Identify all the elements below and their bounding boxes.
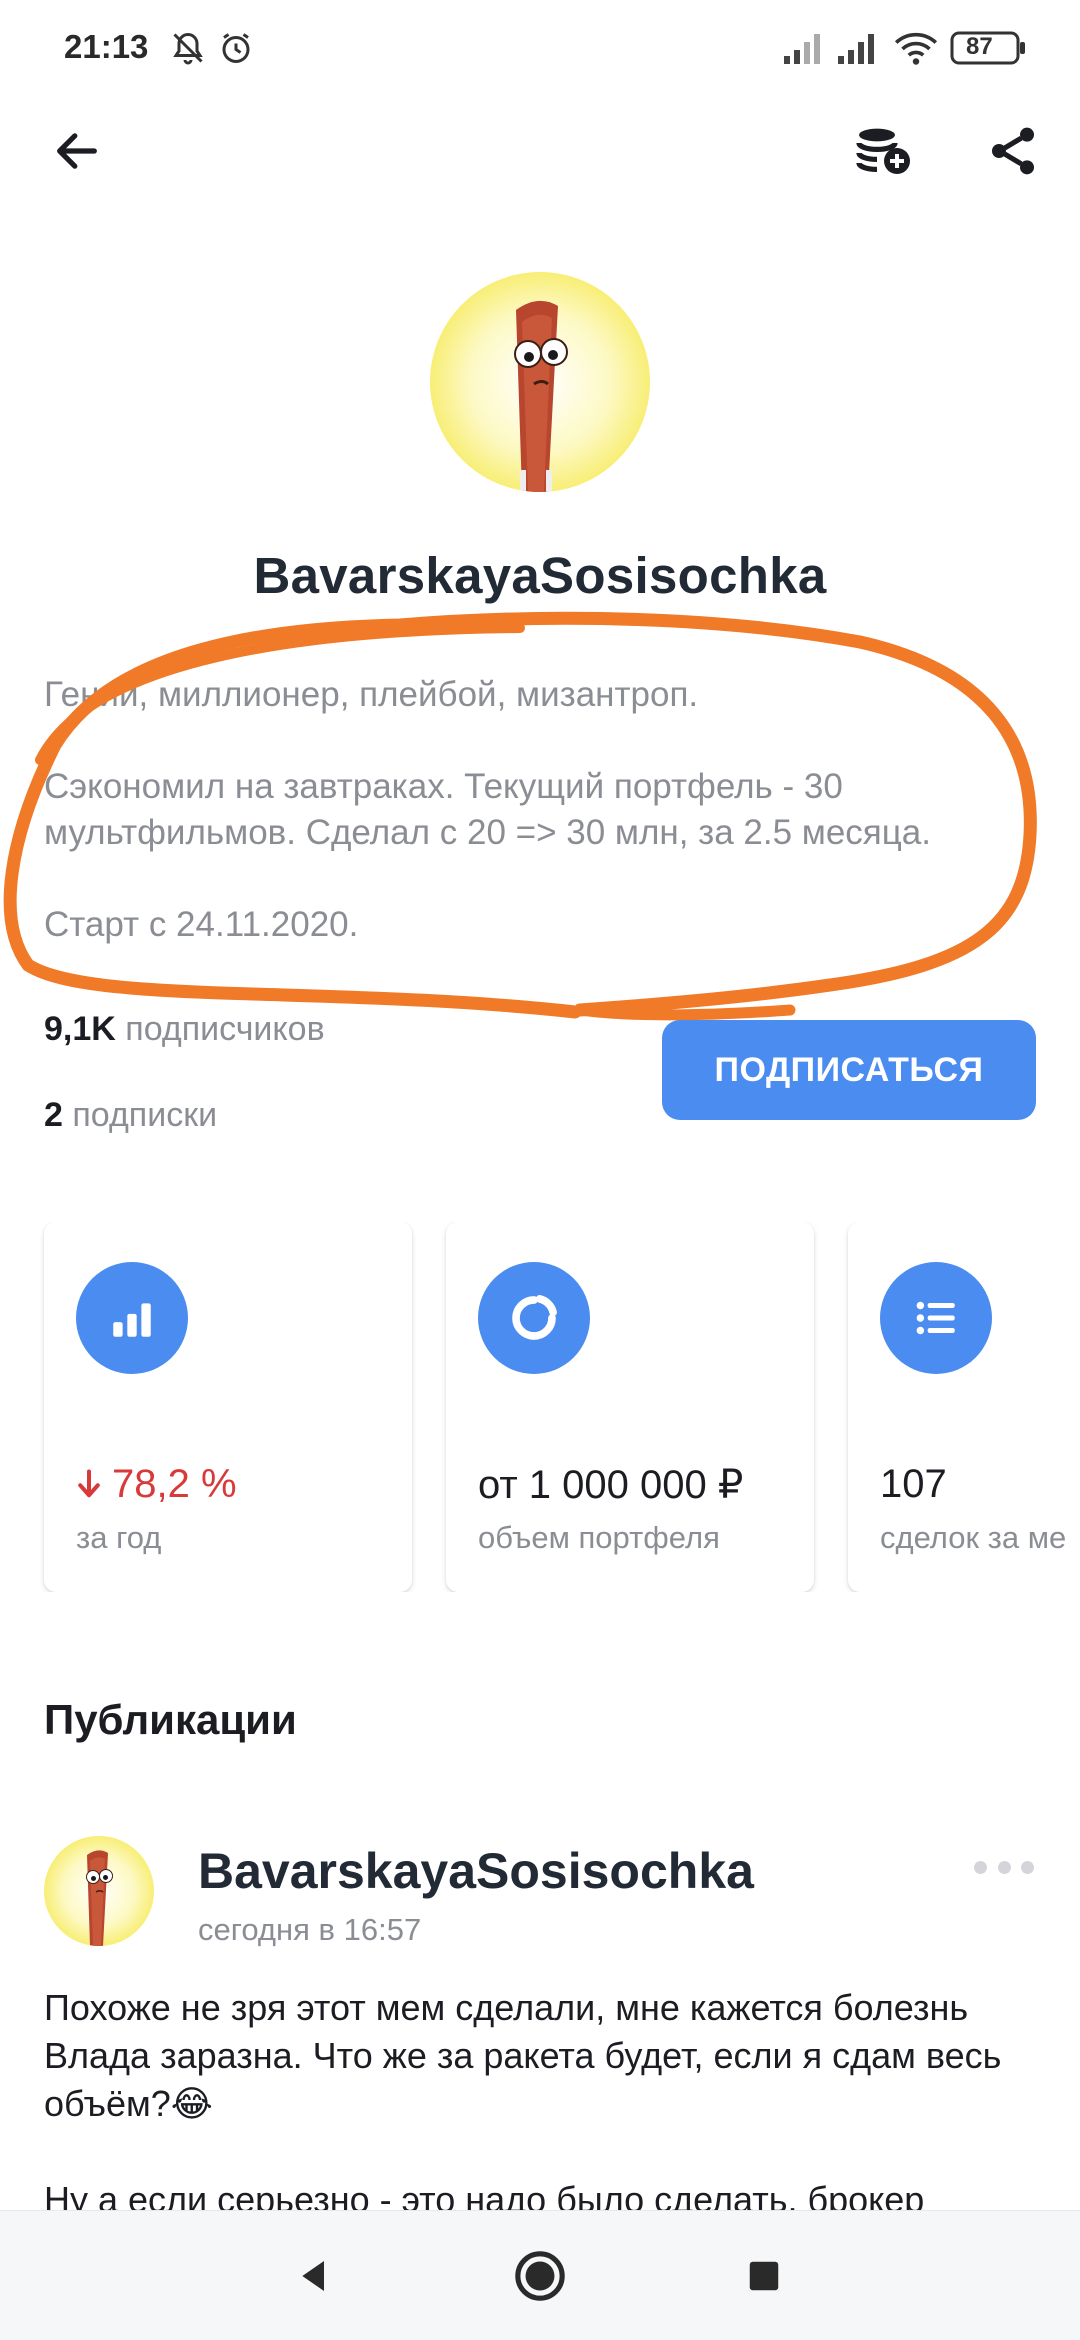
- stat-label: объем портфеля: [478, 1520, 720, 1555]
- more-options-icon[interactable]: [974, 1852, 1034, 1882]
- bell-off-icon: [170, 30, 206, 71]
- stat-value: 78,2 %: [76, 1462, 237, 1509]
- alarm-icon: [218, 30, 254, 71]
- profile-avatar: [430, 272, 650, 492]
- following-count: 2: [44, 1096, 63, 1134]
- status-bar: 21:13 87: [0, 0, 1080, 96]
- stat-card-yield[interactable]: 78,2 % за год: [44, 1222, 412, 1592]
- bio-line: Старт с 24.11.2020.: [44, 905, 359, 944]
- following-label: подписки: [72, 1096, 218, 1134]
- profile-username: BavarskayaSosisochka: [253, 547, 827, 604]
- arrow-left-icon: [57, 133, 97, 169]
- share-icon: [992, 127, 1034, 175]
- stat-card-portfolio[interactable]: от 1 000 000 ₽ объем портфеля: [446, 1222, 814, 1592]
- followers-count: 9,1K: [44, 1010, 116, 1048]
- signal-icon: [782, 32, 824, 69]
- stats-carousel[interactable]: 78,2 % за год от 1 000 000 ₽ объем портф…: [0, 1222, 1080, 1592]
- stat-card-deals[interactable]: 107 сделок за ме: [848, 1222, 1080, 1592]
- nav-recents-button[interactable]: [704, 2211, 824, 2340]
- system-nav-bar: [0, 2210, 1080, 2340]
- profile-bio: Гений, миллионер, плейбой, мизантроп. Сэ…: [44, 672, 1044, 948]
- following-stat[interactable]: 2 подписки: [44, 1096, 217, 1135]
- coins-plus-icon: [856, 128, 910, 174]
- followers-stat[interactable]: 9,1K подписчиков: [44, 1010, 325, 1049]
- yield-value: 78,2 %: [112, 1462, 237, 1506]
- signal-icon: [836, 32, 878, 69]
- wifi-icon: [894, 30, 938, 71]
- stat-value: 107: [880, 1462, 947, 1506]
- square-recents-icon: [749, 2261, 779, 2291]
- bar-chart-icon: [76, 1262, 188, 1374]
- stat-label: сделок за ме: [880, 1520, 1067, 1555]
- bio-line: Гений, миллионер, плейбой, мизантроп.: [44, 675, 699, 714]
- circle-home-icon: [515, 2251, 565, 2301]
- list-icon: [880, 1262, 992, 1374]
- publications-title: Публикации: [44, 1696, 297, 1743]
- stat-value: от 1 000 000 ₽: [478, 1463, 744, 1507]
- pie-chart-icon: [478, 1262, 590, 1374]
- nav-home-button[interactable]: [480, 2211, 600, 2340]
- arrow-down-icon: [76, 1464, 102, 1509]
- share-button[interactable]: [968, 106, 1058, 196]
- post-author-name[interactable]: BavarskayaSosisochka: [198, 1842, 754, 1900]
- post-author-avatar[interactable]: [44, 1836, 154, 1946]
- stat-label: за год: [76, 1520, 162, 1555]
- status-time: 21:13: [64, 28, 149, 65]
- back-button[interactable]: [32, 106, 122, 196]
- subscribe-button[interactable]: ПОДПИСАТЬСЯ: [662, 1020, 1036, 1120]
- followers-label: подписчиков: [125, 1010, 325, 1048]
- bio-line: Сэкономил на завтраках. Текущий портфель…: [44, 767, 931, 852]
- add-to-portfolio-button[interactable]: [838, 106, 928, 196]
- post-timestamp: сегодня в 16:57: [198, 1912, 422, 1947]
- battery-level: 87: [966, 33, 993, 60]
- nav-back-button[interactable]: [254, 2211, 374, 2340]
- triangle-back-icon: [302, 2261, 324, 2291]
- post-paragraph: Похоже не зря этот мем сделали, мне каже…: [44, 1987, 1002, 2124]
